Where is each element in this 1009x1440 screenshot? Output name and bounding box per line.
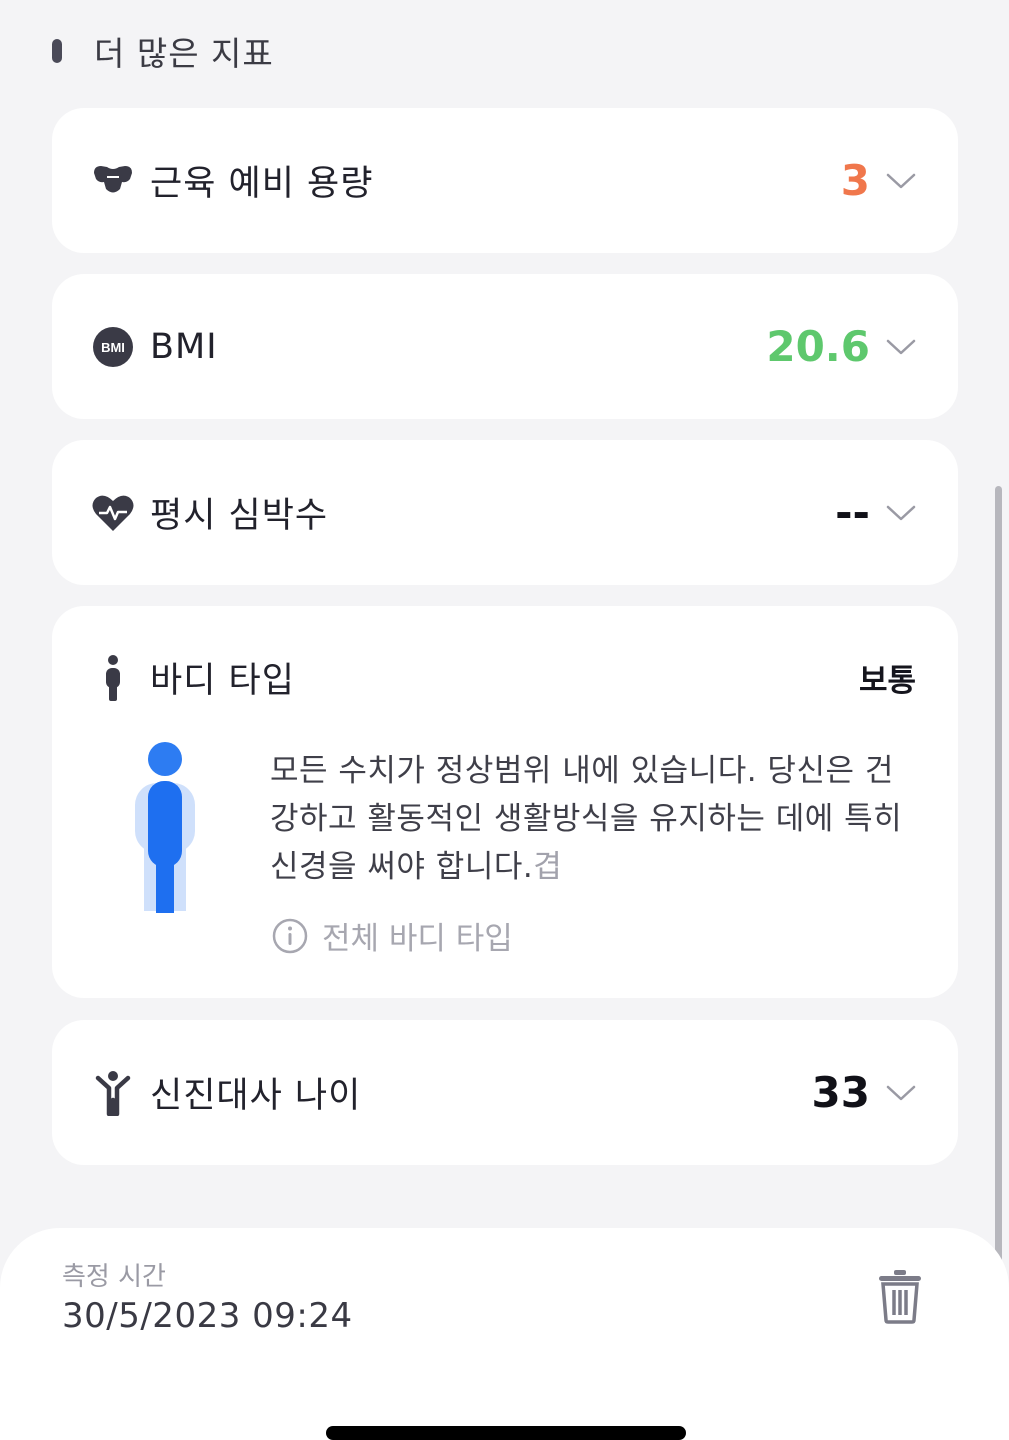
chevron-down-icon[interactable] <box>884 330 918 364</box>
metric-card-metabolic-age[interactable]: 신진대사 나이 33 <box>52 1020 958 1165</box>
home-indicator[interactable] <box>326 1426 686 1440</box>
heart-rate-icon <box>90 490 136 536</box>
svg-text:BMI: BMI <box>101 340 125 355</box>
more-text[interactable]: 겹 <box>533 849 562 885</box>
metric-label-muscle: 근육 예비 용량 <box>150 164 374 204</box>
measurement-time-value: 30/5/2023 09:24 <box>62 1296 353 1336</box>
metric-card-muscle[interactable]: 근육 예비 용량 3 <box>52 108 958 253</box>
metric-value-metabolic-age: 33 <box>811 1068 870 1117</box>
metric-label-bmi: BMI <box>150 326 218 367</box>
section-title: 더 많은 지표 <box>94 34 274 73</box>
person-arms-up-icon <box>90 1070 136 1116</box>
metric-label-heart-rate: 평시 심박수 <box>150 496 329 536</box>
metric-value-heart-rate: -- <box>835 488 870 537</box>
body-type-label: 바디 타입 <box>150 661 295 701</box>
body-figure-icon <box>90 654 136 701</box>
all-body-types-label: 전체 바디 타입 <box>322 921 513 957</box>
metric-card-bmi[interactable]: BMI BMI 20.6 <box>52 274 958 419</box>
chevron-down-icon[interactable] <box>884 164 918 198</box>
body-type-card: 바디 타입 보통 모든 수치가 정상범위 내에 있습니다. 당신은 건강하고 활… <box>52 606 958 998</box>
section-header: 더 많은 지표 <box>52 28 274 74</box>
body-type-description: 모든 수치가 정상범위 내에 있습니다. 당신은 건강하고 활동적인 생활방식을… <box>270 747 920 891</box>
metric-card-heart-rate[interactable]: 평시 심박수 -- <box>52 440 958 585</box>
measurement-time-label: 측정 시간 <box>62 1262 166 1292</box>
metric-value-bmi: 20.6 <box>766 322 870 371</box>
metric-label-metabolic-age: 신진대사 나이 <box>150 1076 362 1116</box>
body-type-status: 보통 <box>858 663 916 699</box>
trash-icon[interactable] <box>876 1268 924 1324</box>
bmi-icon: BMI <box>90 324 136 370</box>
metric-value-muscle: 3 <box>840 156 870 205</box>
info-icon <box>272 918 308 953</box>
measurement-sheet: 측정 시간 30/5/2023 09:24 <box>0 1228 1009 1440</box>
chevron-down-icon[interactable] <box>884 496 918 530</box>
body-type-description-text: 모든 수치가 정상범위 내에 있습니다. 당신은 건강하고 활동적인 생활방식을… <box>270 753 903 885</box>
all-body-types-link[interactable]: 전체 바디 타입 <box>272 913 513 958</box>
muscle-icon <box>90 158 136 204</box>
scrollbar[interactable] <box>995 486 1002 1342</box>
body-type-figure <box>134 741 196 913</box>
chevron-down-icon[interactable] <box>884 1076 918 1110</box>
section-marker <box>52 39 62 63</box>
